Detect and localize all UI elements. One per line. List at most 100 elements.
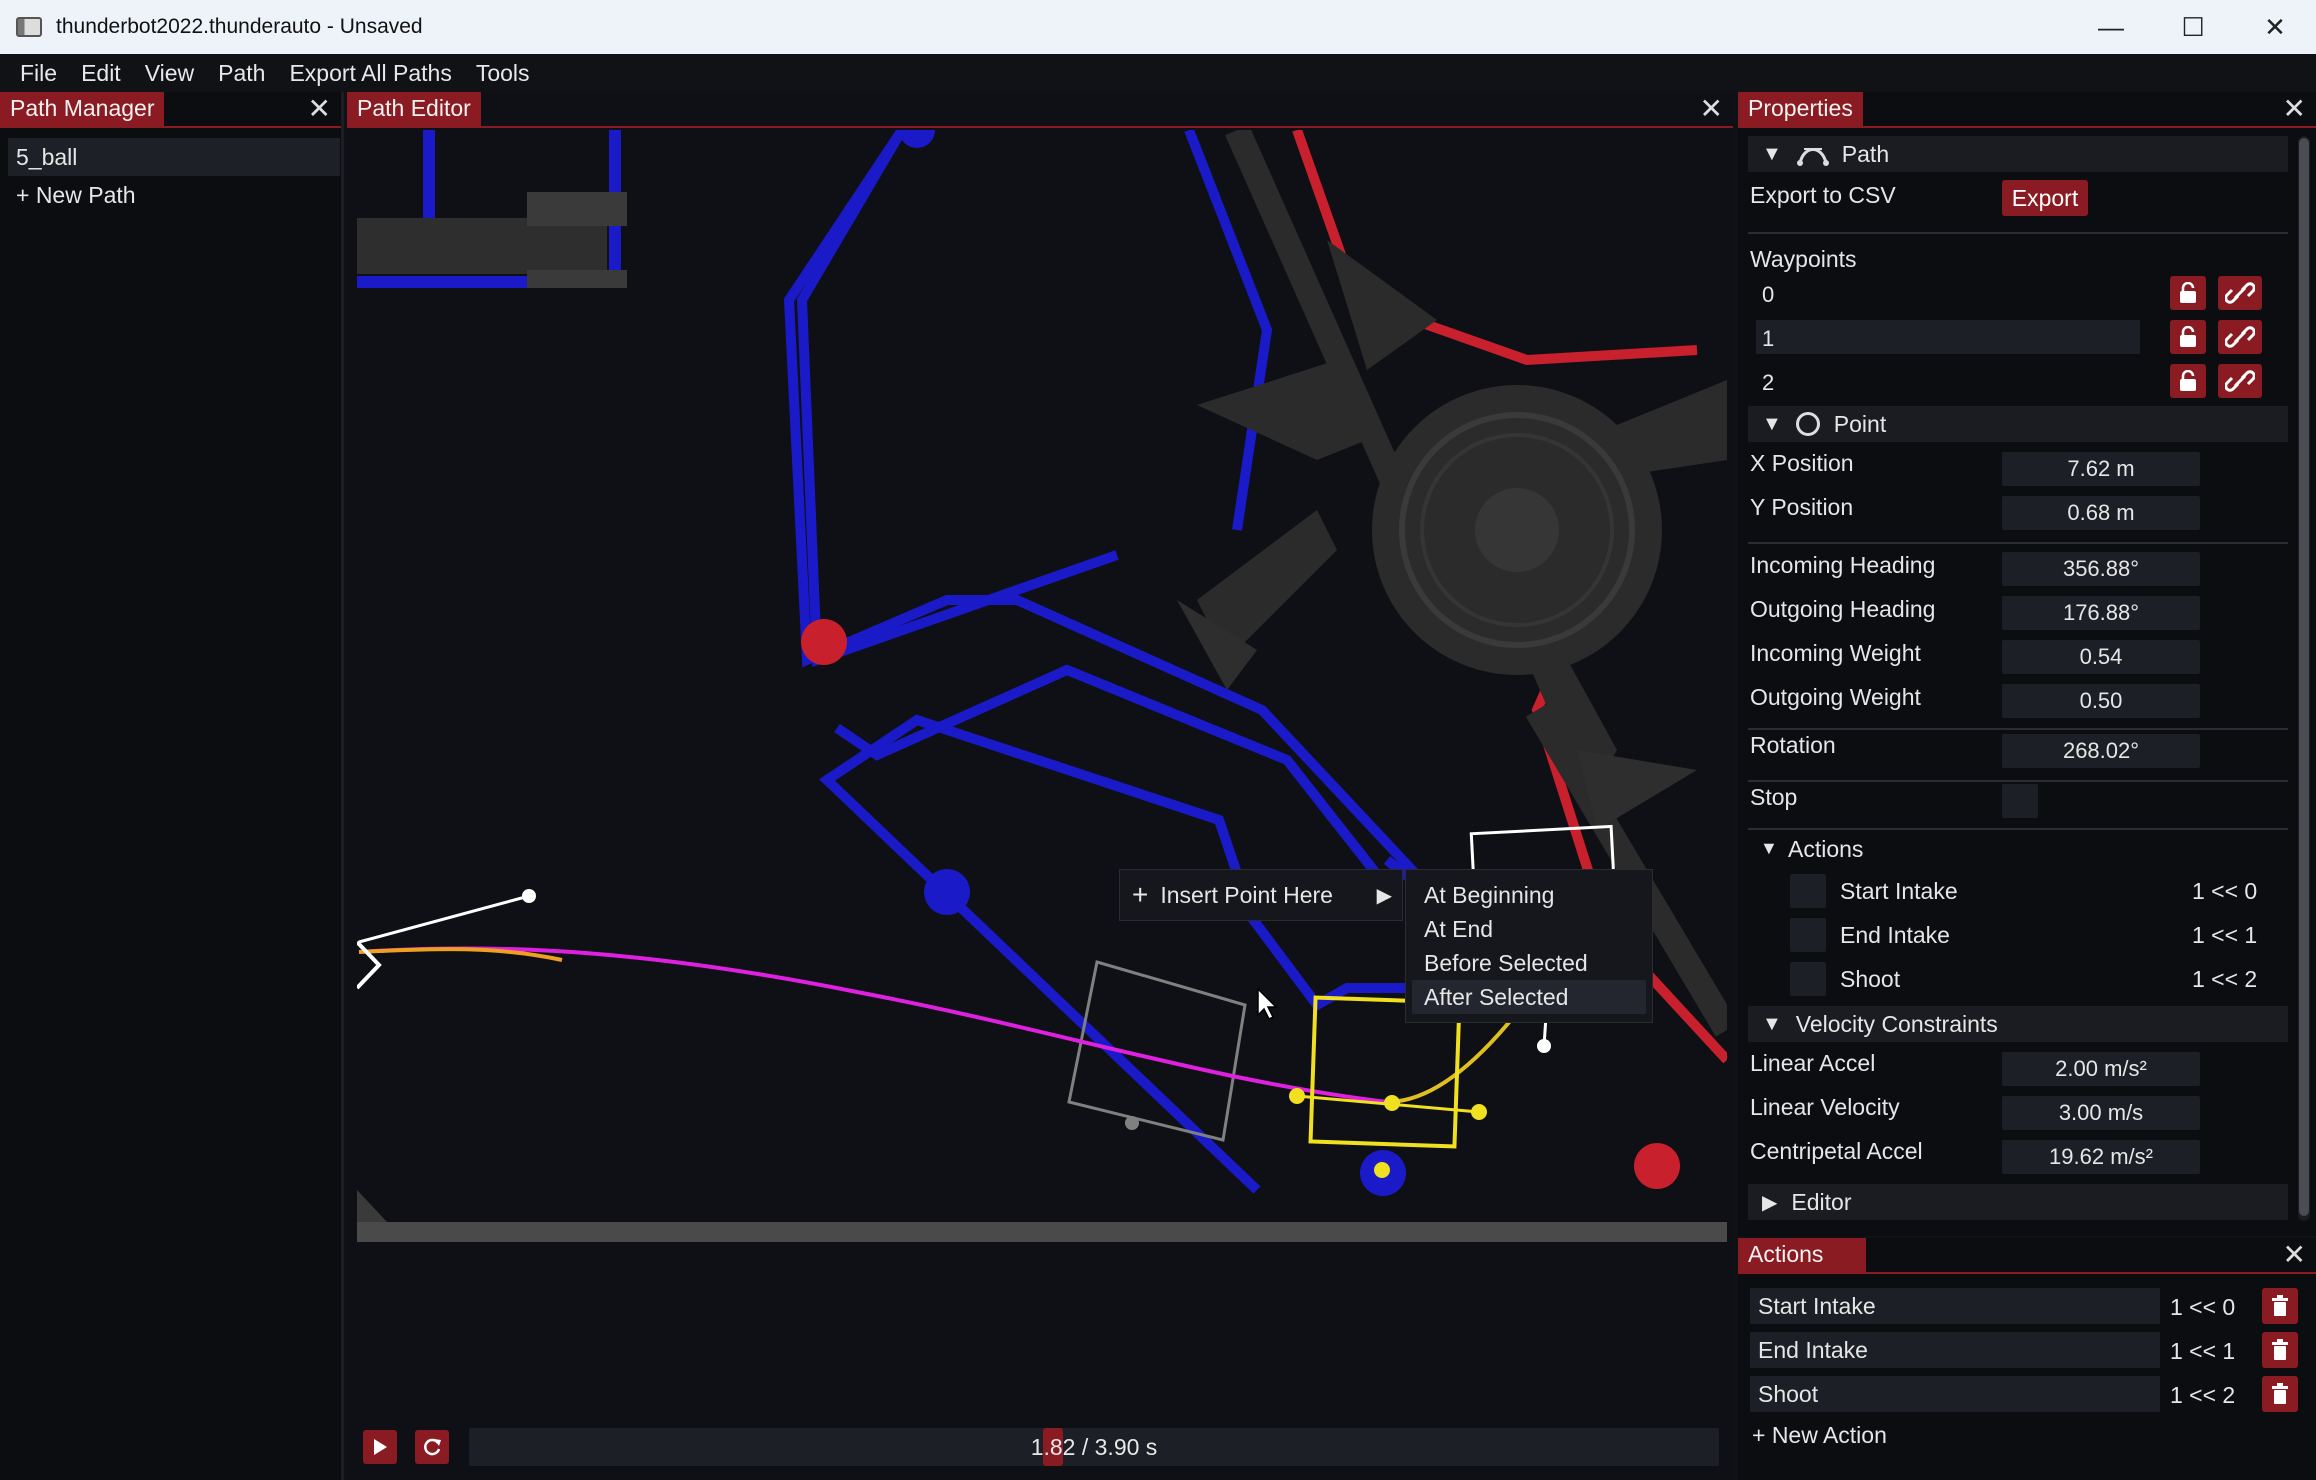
robot-ghost <box>1067 960 1247 1142</box>
x-position-input[interactable]: 7.62 m <box>2002 452 2200 486</box>
action-name-input[interactable]: Start Intake <box>1750 1288 2160 1324</box>
action-checkbox[interactable] <box>1790 874 1826 908</box>
playback-time-label: 1.82 / 3.90 s <box>1030 1434 1158 1460</box>
properties-close-icon[interactable]: ✕ <box>2283 94 2306 124</box>
link-icon <box>2225 370 2255 392</box>
point-section-header[interactable]: ▼ Point <box>1748 406 2288 442</box>
menu-view[interactable]: View <box>133 60 206 87</box>
cargo-ball-red <box>801 619 847 665</box>
field-drawing[interactable] <box>357 130 1727 1330</box>
playback-timeline[interactable]: 1.82 / 3.90 s <box>469 1428 1719 1466</box>
path-editor-close-icon[interactable]: ✕ <box>1700 94 1723 124</box>
link-icon <box>2225 282 2255 304</box>
lock-button[interactable] <box>2170 364 2206 398</box>
lock-button[interactable] <box>2170 276 2206 310</box>
path-editor-tab[interactable]: Path Editor <box>347 92 481 126</box>
outgoing-heading-input[interactable]: 176.88° <box>2002 596 2200 630</box>
waypoints-label: Waypoints <box>1750 246 1857 272</box>
properties-tab[interactable]: Properties <box>1738 92 1863 126</box>
lock-button[interactable] <box>2170 320 2206 354</box>
delete-action-button[interactable] <box>2262 1332 2298 1368</box>
waypoint-row-selected[interactable]: 1 <box>1748 320 2288 356</box>
centripetal-accel-input[interactable]: 19.62 m/s² <box>2002 1140 2200 1174</box>
velocity-section-header[interactable]: ▼ Velocity Constraints <box>1748 1006 2288 1042</box>
close-icon: ✕ <box>2264 11 2286 42</box>
y-position-input[interactable]: 0.68 m <box>2002 496 2200 530</box>
actions-close-icon[interactable]: ✕ <box>2283 1240 2306 1270</box>
close-window-button[interactable]: ✕ <box>2234 0 2316 54</box>
incoming-heading-input[interactable]: 356.88° <box>2002 552 2200 586</box>
path-manager-close-icon[interactable]: ✕ <box>308 94 331 124</box>
insert-point-label: Insert Point Here <box>1160 881 1333 908</box>
minimize-button[interactable]: — <box>2070 0 2152 54</box>
link-button[interactable] <box>2218 276 2262 310</box>
linear-velocity-input[interactable]: 3.00 m/s <box>2002 1096 2200 1130</box>
menu-export-all-paths[interactable]: Export All Paths <box>277 60 463 87</box>
action-checkbox[interactable] <box>1790 962 1826 996</box>
link-button[interactable] <box>2218 364 2262 398</box>
action-name: Shoot <box>1840 966 1901 992</box>
action-name-input[interactable]: End Intake <box>1750 1332 2160 1368</box>
menu-path[interactable]: Path <box>206 60 277 87</box>
divider <box>1748 780 2288 782</box>
path-section-header[interactable]: ▼ Path <box>1748 136 2288 172</box>
lock-icon <box>2180 370 2196 391</box>
insert-point-submenu: At Beginning At End Before Selected Afte… <box>1405 869 1653 1023</box>
delete-action-button[interactable] <box>2262 1288 2298 1324</box>
outgoing-weight-input[interactable]: 0.50 <box>2002 684 2200 718</box>
play-button[interactable] <box>363 1430 397 1464</box>
field-canvas[interactable] <box>357 130 1727 1330</box>
new-path-button[interactable]: + New Path <box>8 176 340 214</box>
y-position-label: Y Position <box>1750 494 1854 520</box>
link-button[interactable] <box>2218 320 2262 354</box>
incoming-weight-label: Incoming Weight <box>1750 640 1921 666</box>
path-manager-tab[interactable]: Path Manager <box>0 92 165 126</box>
hub-center <box>1475 488 1559 572</box>
waypoint-handle <box>1471 1104 1487 1120</box>
delete-action-button[interactable] <box>2262 1376 2298 1412</box>
field-wall <box>357 1222 1727 1242</box>
action-toggle-row: Shoot 1 << 2 <box>1748 962 2288 1002</box>
path-item-5-ball[interactable]: 5_ball <box>8 138 340 176</box>
new-action-button[interactable]: + New Action <box>1752 1422 1887 1449</box>
menu-edit[interactable]: Edit <box>69 60 133 87</box>
properties-scrollbar[interactable] <box>2298 136 2310 1221</box>
loop-button[interactable] <box>415 1430 449 1464</box>
insert-point-menu-item[interactable]: + Insert Point Here ▶ <box>1119 869 1403 921</box>
divider <box>1748 232 2288 234</box>
insert-at-beginning[interactable]: At Beginning <box>1412 878 1646 912</box>
menu-tools[interactable]: Tools <box>464 60 542 87</box>
lock-icon <box>2180 326 2196 347</box>
linear-accel-input[interactable]: 2.00 m/s² <box>2002 1052 2200 1086</box>
waypoint-row[interactable]: 2 <box>1748 364 2288 400</box>
linear-velocity-label: Linear Velocity <box>1750 1094 1900 1120</box>
actions-subsection-header[interactable]: ▼ Actions <box>1748 834 2288 874</box>
collapse-triangle-icon: ▼ <box>1762 1012 1782 1035</box>
waypoints-label-row: Waypoints <box>1748 240 2288 280</box>
divider <box>1748 728 2288 730</box>
actions-tab[interactable]: Actions <box>1738 1238 1866 1272</box>
action-name-input[interactable]: Shoot <box>1750 1376 2160 1412</box>
path-section-label: Path <box>1841 140 1890 167</box>
incoming-weight-input[interactable]: 0.54 <box>2002 640 2200 674</box>
rotation-input[interactable]: 268.02° <box>2002 734 2200 768</box>
action-bits: 1 << 1 <box>2170 1338 2236 1364</box>
insert-before-selected[interactable]: Before Selected <box>1412 946 1646 980</box>
action-list-item: Start Intake 1 << 0 <box>1750 1288 2304 1326</box>
insert-at-end[interactable]: At End <box>1412 912 1646 946</box>
editor-section-header[interactable]: ▶ Editor <box>1748 1184 2288 1220</box>
action-checkbox[interactable] <box>1790 918 1826 952</box>
incoming-heading-label: Incoming Heading <box>1750 552 1936 578</box>
scrollbar-thumb[interactable] <box>2299 138 2309 1216</box>
outgoing-heading-row: Outgoing Heading 176.88° <box>1748 590 2288 630</box>
stop-label: Stop <box>1750 784 1798 810</box>
rotation-row: Rotation 268.02° <box>1748 732 2288 772</box>
field-structure <box>527 270 627 288</box>
stop-checkbox[interactable] <box>2002 784 2038 818</box>
insert-after-selected[interactable]: After Selected <box>1412 980 1646 1014</box>
maximize-button[interactable]: ☐ <box>2152 0 2234 54</box>
export-button[interactable]: Export <box>2002 180 2088 216</box>
linear-velocity-row: Linear Velocity 3.00 m/s <box>1748 1094 2288 1134</box>
waypoint-row[interactable]: 0 <box>1748 276 2288 312</box>
menu-file[interactable]: File <box>8 60 69 87</box>
